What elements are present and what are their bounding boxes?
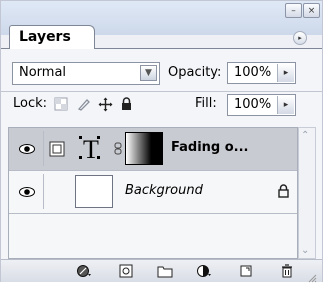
opacity-slider-button[interactable]: ▸ xyxy=(277,64,294,82)
opacity-field[interactable]: 100% ▸ xyxy=(227,62,296,84)
brush-mask-icon[interactable] xyxy=(44,131,70,166)
link-column[interactable] xyxy=(44,174,70,209)
tab-layers[interactable]: Layers xyxy=(9,25,95,49)
close-button[interactable]: × xyxy=(303,3,320,18)
layer-row-fading[interactable]: T Fading o... xyxy=(9,128,297,171)
layer-row-background[interactable]: Background xyxy=(9,171,297,214)
chain-link-icon[interactable] xyxy=(114,142,122,158)
visibility-eye-icon[interactable] xyxy=(11,131,44,166)
lock-label: Lock: xyxy=(13,96,48,111)
svg-text:T: T xyxy=(83,135,99,164)
fill-slider-button[interactable]: ▸ xyxy=(277,96,294,114)
lock-all-icon[interactable] xyxy=(118,96,134,112)
layers-panel: – × Layers ▸ Normal ▼ Opacity: 100% ▸ Lo… xyxy=(0,0,323,283)
blend-mode-select[interactable]: Normal ▼ xyxy=(12,62,160,85)
scroll-up-icon[interactable]: ⌃ xyxy=(301,130,309,141)
layer-mask-thumbnail[interactable] xyxy=(125,132,163,165)
layer-name: Fading o... xyxy=(171,140,249,155)
chevron-down-icon[interactable]: ▼ xyxy=(140,65,157,81)
divider xyxy=(1,91,322,92)
new-group-icon[interactable] xyxy=(156,263,174,279)
opacity-label: Opacity: xyxy=(168,65,222,80)
minimize-icon: – xyxy=(291,5,296,16)
new-layer-icon[interactable] xyxy=(237,263,255,279)
panel-menu-button[interactable]: ▸ xyxy=(293,31,307,45)
scroll-down-icon[interactable]: ⌄ xyxy=(301,245,309,256)
layer-mask-icon[interactable] xyxy=(117,263,135,279)
delete-layer-icon[interactable] xyxy=(278,263,296,279)
lock-transparent-pixels-icon[interactable] xyxy=(53,96,69,112)
resize-grip-icon[interactable] xyxy=(307,268,317,283)
fill-field[interactable]: 100% ▸ xyxy=(227,94,296,116)
layers-list: T Fading o... Background xyxy=(8,127,298,259)
layers-scrollbar[interactable]: ⌃ ⌄ xyxy=(298,127,316,259)
lock-image-pixels-icon[interactable] xyxy=(76,96,92,112)
adjustment-layer-icon[interactable] xyxy=(195,263,213,279)
opacity-value: 100% xyxy=(234,65,272,80)
visibility-eye-icon[interactable] xyxy=(11,174,44,209)
fill-value: 100% xyxy=(234,97,272,112)
background-thumbnail[interactable] xyxy=(75,175,113,208)
layer-name: Background xyxy=(125,183,203,198)
lock-position-icon[interactable] xyxy=(97,96,113,112)
layers-bottom-bar xyxy=(1,259,322,283)
lock-icon xyxy=(277,183,290,202)
panel-menu-icon: ▸ xyxy=(298,34,302,42)
minimize-button[interactable]: – xyxy=(285,3,302,18)
blend-mode-value: Normal xyxy=(19,65,67,80)
layer-style-icon[interactable] xyxy=(75,263,93,279)
text-layer-thumbnail[interactable]: T xyxy=(75,132,113,165)
fill-label: Fill: xyxy=(195,96,217,111)
close-icon: × xyxy=(307,5,316,16)
